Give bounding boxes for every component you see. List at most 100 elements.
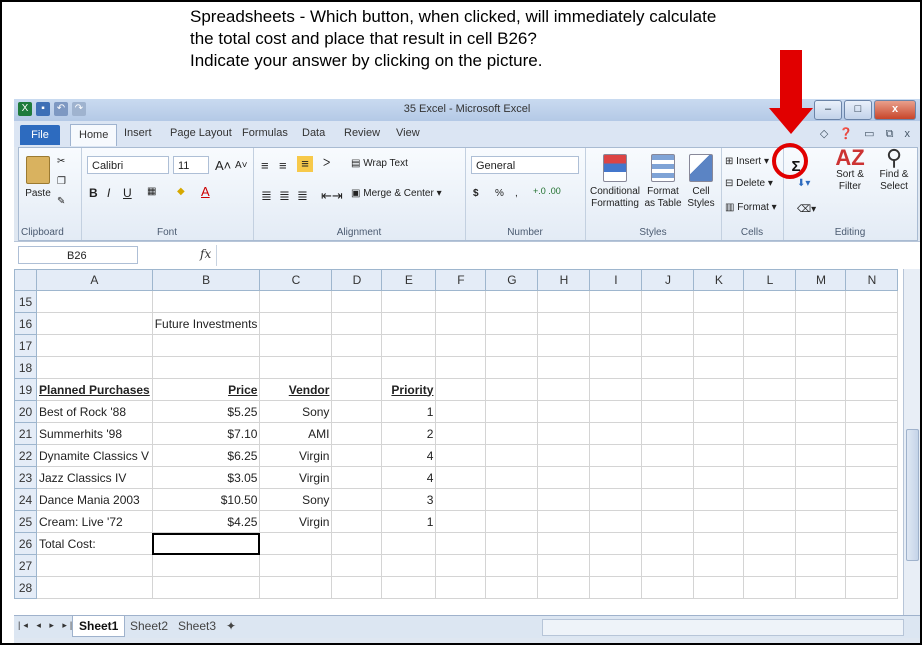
cell-h[interactable] — [537, 488, 591, 511]
column-header[interactable]: M — [795, 269, 847, 291]
cell-i[interactable] — [589, 312, 643, 335]
cell-m[interactable] — [795, 400, 847, 423]
row-header[interactable]: 18 — [14, 356, 37, 379]
cell-g[interactable] — [485, 334, 539, 357]
cell-b[interactable]: Future Investments — [151, 312, 261, 335]
tab-data[interactable]: Data — [302, 127, 325, 139]
column-header[interactable]: F — [435, 269, 487, 291]
column-header[interactable]: J — [641, 269, 695, 291]
cell-f[interactable] — [435, 312, 487, 335]
cell-m[interactable] — [795, 312, 847, 335]
cell-k[interactable] — [693, 466, 745, 489]
cell-a[interactable]: Cream: Live '72 — [36, 510, 153, 533]
cell-l[interactable] — [743, 312, 797, 335]
close-button[interactable]: x — [874, 100, 916, 120]
cell-c[interactable] — [259, 554, 333, 577]
cell-i[interactable] — [589, 422, 643, 445]
cell-g[interactable] — [485, 422, 539, 445]
cell-a[interactable]: Dynamite Classics V — [36, 444, 153, 467]
cell-k[interactable] — [693, 488, 745, 511]
cell-f[interactable] — [435, 510, 487, 533]
fill-icon[interactable]: ⬇▾ — [797, 178, 810, 189]
row-header[interactable]: 28 — [14, 576, 37, 599]
help-controls[interactable]: ◇ ❓ ▭ ⧉ x — [820, 127, 914, 141]
cell-e[interactable] — [381, 356, 437, 379]
cell-m[interactable] — [795, 510, 847, 533]
cell-b[interactable] — [151, 356, 261, 379]
cell-a[interactable] — [36, 334, 153, 357]
cell-h[interactable] — [537, 422, 591, 445]
cell-e[interactable] — [381, 312, 437, 335]
cell-k[interactable] — [693, 378, 745, 401]
cell-n[interactable] — [845, 356, 899, 379]
align-left-icon[interactable]: ≣ — [261, 188, 272, 204]
cell-e[interactable]: Priority — [381, 378, 437, 401]
cell-g[interactable] — [485, 400, 539, 423]
conditional-formatting-button[interactable]: Conditional Formatting — [587, 154, 643, 210]
cell-c[interactable] — [259, 290, 333, 313]
cell-g[interactable] — [485, 488, 539, 511]
delete-cells-button[interactable]: ⊟ Delete ▾ — [725, 178, 773, 189]
wrap-text-button[interactable]: ▤ Wrap Text — [351, 158, 408, 169]
tab-review[interactable]: Review — [344, 127, 380, 139]
cell-e[interactable] — [381, 334, 437, 357]
cell-c[interactable] — [259, 576, 333, 599]
column-header[interactable]: D — [331, 269, 383, 291]
insert-sheet-icon[interactable]: ✦ — [220, 616, 242, 636]
cell-a[interactable]: Planned Purchases — [36, 378, 153, 401]
cell-j[interactable] — [641, 400, 695, 423]
cell-m[interactable] — [795, 422, 847, 445]
cell-d[interactable] — [331, 466, 383, 489]
cell-a[interactable] — [36, 554, 153, 577]
cell-f[interactable] — [435, 378, 487, 401]
cell-n[interactable] — [845, 378, 899, 401]
sort-filter-button[interactable]: AZ Sort & Filter — [829, 147, 871, 193]
cell-f[interactable] — [435, 576, 487, 599]
cell-g[interactable] — [485, 356, 539, 379]
row-header[interactable]: 25 — [14, 510, 37, 533]
cell-d[interactable] — [331, 444, 383, 467]
cell-h[interactable] — [537, 510, 591, 533]
cell-i[interactable] — [589, 334, 643, 357]
cell-c[interactable] — [259, 312, 333, 335]
column-header[interactable]: L — [743, 269, 797, 291]
cell-k[interactable] — [693, 422, 745, 445]
cell-e[interactable] — [381, 554, 437, 577]
cell-h[interactable] — [537, 576, 591, 599]
cell-e[interactable]: 3 — [381, 488, 437, 511]
shrink-font-icon[interactable]: A˅ — [235, 160, 248, 171]
paste-button[interactable]: Paste — [23, 156, 53, 200]
cell-j[interactable] — [641, 334, 695, 357]
top-align-icon[interactable]: ≡ — [261, 158, 269, 173]
cell-n[interactable] — [845, 510, 899, 533]
cell-l[interactable] — [743, 576, 797, 599]
cell-n[interactable] — [845, 400, 899, 423]
cell-l[interactable] — [743, 400, 797, 423]
cell-a[interactable]: Jazz Classics IV — [36, 466, 153, 489]
column-header[interactable]: N — [845, 269, 899, 291]
cell-l[interactable] — [743, 422, 797, 445]
cell-k[interactable] — [693, 576, 745, 599]
increase-decimal-button[interactable]: +.0 .00 — [533, 186, 561, 196]
vertical-scrollbar[interactable] — [903, 269, 920, 615]
cell-g[interactable] — [485, 554, 539, 577]
cell-i[interactable] — [589, 510, 643, 533]
row-header[interactable]: 24 — [14, 488, 37, 511]
format-as-table-button[interactable]: Format as Table — [643, 154, 683, 210]
cell-j[interactable] — [641, 466, 695, 489]
cell-j[interactable] — [641, 422, 695, 445]
insert-cells-button[interactable]: ⊞ Insert ▾ — [725, 156, 769, 167]
cell-h[interactable] — [537, 554, 591, 577]
cell-f[interactable] — [435, 554, 487, 577]
cell-i[interactable] — [589, 444, 643, 467]
insert-function-icon[interactable]: fx — [200, 247, 211, 261]
cell-f[interactable] — [435, 334, 487, 357]
cell-e[interactable]: 1 — [381, 400, 437, 423]
cell-k[interactable] — [693, 400, 745, 423]
row-header[interactable]: 17 — [14, 334, 37, 357]
row-header[interactable]: 19 — [14, 378, 37, 401]
cell-j[interactable] — [641, 554, 695, 577]
cell-f[interactable] — [435, 400, 487, 423]
cell-m[interactable] — [795, 466, 847, 489]
cell-g[interactable] — [485, 576, 539, 599]
